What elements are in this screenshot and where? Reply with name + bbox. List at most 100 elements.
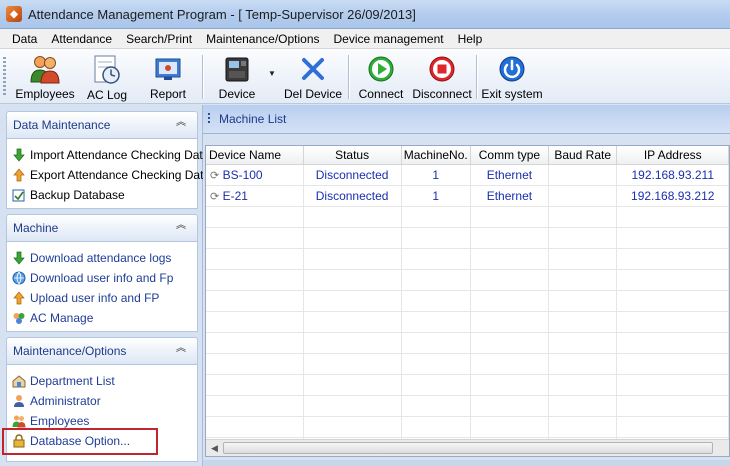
employees-label: Employees bbox=[15, 87, 75, 101]
upload-user-info-label: Upload user info and FP bbox=[30, 291, 160, 305]
col-baud-rate[interactable]: Baud Rate bbox=[548, 146, 618, 165]
table-header-row: Device Name Status MachineNo. Comm type … bbox=[206, 146, 729, 165]
exit-system-label: Exit system bbox=[481, 87, 543, 101]
comm-type-cell: Ethernet bbox=[470, 164, 549, 186]
maintenance-options-header[interactable]: Maintenance/Options ︽ bbox=[6, 337, 198, 365]
stop-icon bbox=[426, 53, 458, 84]
collapse-chevron-icon[interactable]: ︽ bbox=[175, 221, 187, 234]
app-icon: ◆ bbox=[6, 6, 22, 22]
title-bar: ◆ Attendance Management Program - [ Temp… bbox=[0, 0, 730, 29]
download-user-info-item[interactable]: Download user info and Fp bbox=[12, 269, 173, 287]
power-icon bbox=[496, 53, 528, 84]
exit-system-button[interactable]: Exit system bbox=[481, 53, 543, 101]
empty-row bbox=[206, 332, 729, 354]
device-name: BS-100 bbox=[222, 167, 263, 182]
table-row[interactable]: ⟳ BS-100 Disconnected 1 Ethernet 192.168… bbox=[206, 164, 729, 186]
empty-row bbox=[206, 395, 729, 417]
employees-button[interactable]: Employees bbox=[14, 53, 76, 101]
machine-no-cell: 1 bbox=[401, 164, 471, 186]
menu-data[interactable]: Data bbox=[5, 29, 44, 49]
toolbar-grip[interactable] bbox=[3, 57, 6, 97]
globe-download-icon bbox=[12, 271, 26, 285]
maintenance-options-title: Maintenance/Options bbox=[13, 344, 127, 358]
col-status[interactable]: Status bbox=[303, 146, 402, 165]
ac-log-label: AC Log bbox=[86, 88, 128, 102]
col-machine-no[interactable]: MachineNo. bbox=[401, 146, 471, 165]
arrow-up-orange-icon bbox=[12, 291, 26, 305]
col-comm-type[interactable]: Comm type bbox=[470, 146, 549, 165]
administrator-item[interactable]: Administrator bbox=[12, 392, 101, 410]
backup-database-label: Backup Database bbox=[30, 188, 125, 202]
empty-row bbox=[206, 290, 729, 312]
export-attendance-item[interactable]: Export Attendance Checking Data bbox=[12, 166, 210, 184]
menu-maintenance-options[interactable]: Maintenance/Options bbox=[199, 29, 326, 49]
menu-attendance[interactable]: Attendance bbox=[44, 29, 119, 49]
del-device-button[interactable]: Del Device bbox=[284, 53, 342, 101]
collapse-chevron-icon[interactable]: ︽ bbox=[175, 118, 187, 131]
status-cell: Disconnected bbox=[303, 164, 402, 186]
collapse-chevron-icon[interactable]: ︽ bbox=[175, 344, 187, 357]
menu-bar: Data Attendance Search/Print Maintenance… bbox=[0, 29, 730, 49]
play-icon bbox=[365, 53, 397, 84]
bottom-strip bbox=[203, 460, 730, 466]
device-name: E-21 bbox=[222, 188, 248, 203]
export-attendance-label: Export Attendance Checking Data bbox=[30, 168, 211, 182]
empty-row bbox=[206, 206, 729, 228]
device-button[interactable]: Device bbox=[212, 53, 262, 101]
machine-list-header: Machine List bbox=[203, 105, 730, 134]
col-ip-address[interactable]: IP Address bbox=[616, 146, 729, 165]
machine-grid: Device Name Status MachineNo. Comm type … bbox=[205, 145, 730, 457]
header-grip-icon bbox=[208, 113, 210, 125]
department-icon bbox=[12, 374, 26, 388]
machine-header[interactable]: Machine ︽ bbox=[6, 214, 198, 242]
employees-small-icon bbox=[12, 414, 26, 428]
baud-rate-cell bbox=[548, 185, 618, 207]
ac-manage-item[interactable]: AC Manage bbox=[12, 309, 93, 327]
report-button[interactable]: Report bbox=[145, 53, 191, 101]
data-maintenance-header[interactable]: Data Maintenance ︽ bbox=[6, 111, 198, 139]
machine-list-title: Machine List bbox=[219, 112, 287, 126]
menu-search-print[interactable]: Search/Print bbox=[119, 29, 199, 49]
download-attendance-logs-item[interactable]: Download attendance logs bbox=[12, 249, 171, 267]
connect-button[interactable]: Connect bbox=[356, 53, 406, 101]
machine-no-cell: 1 bbox=[401, 185, 471, 207]
delete-x-icon bbox=[297, 53, 329, 84]
empty-row bbox=[206, 227, 729, 249]
upload-user-info-item[interactable]: Upload user info and FP bbox=[12, 289, 159, 307]
col-device-name[interactable]: Device Name bbox=[206, 146, 304, 165]
import-attendance-label: Import Attendance Checking Data bbox=[30, 148, 210, 162]
machine-table: Device Name Status MachineNo. Comm type … bbox=[206, 146, 729, 456]
ac-log-button[interactable]: AC Log bbox=[84, 53, 130, 102]
scroll-left-icon[interactable]: ◀ bbox=[208, 442, 221, 454]
arrow-up-orange-icon bbox=[12, 168, 26, 182]
arrow-down-green-icon bbox=[12, 148, 26, 162]
administrator-label: Administrator bbox=[30, 394, 101, 408]
backup-database-item[interactable]: Backup Database bbox=[12, 186, 125, 204]
scrollbar-thumb[interactable] bbox=[223, 442, 713, 454]
device-dropdown-arrow-icon[interactable]: ▼ bbox=[268, 69, 276, 78]
del-device-label: Del Device bbox=[283, 87, 343, 101]
device-icon bbox=[221, 53, 253, 84]
machine-list-panel: Machine List Device Name Status MachineN… bbox=[203, 105, 730, 466]
stopwatch-icon bbox=[91, 53, 123, 85]
department-list-label: Department List bbox=[30, 374, 115, 388]
import-attendance-item[interactable]: Import Attendance Checking Data bbox=[12, 146, 209, 164]
department-list-item[interactable]: Department List bbox=[12, 372, 115, 390]
empty-row bbox=[206, 374, 729, 396]
refresh-device-icon: ⟳ bbox=[210, 190, 220, 203]
download-user-info-label: Download user info and Fp bbox=[30, 271, 174, 285]
download-attendance-logs-label: Download attendance logs bbox=[30, 251, 172, 265]
empty-row bbox=[206, 248, 729, 270]
toolbar-separator bbox=[348, 55, 350, 99]
refresh-device-icon: ⟳ bbox=[210, 169, 220, 182]
administrator-icon bbox=[12, 394, 26, 408]
disconnect-label: Disconnect bbox=[412, 87, 472, 101]
table-row[interactable]: ⟳ E-21 Disconnected 1 Ethernet 192.168.9… bbox=[206, 185, 729, 207]
menu-device-management[interactable]: Device management bbox=[327, 29, 451, 49]
menu-help[interactable]: Help bbox=[451, 29, 490, 49]
employees-item-label: Employees bbox=[30, 414, 90, 428]
horizontal-scrollbar[interactable]: ◀ bbox=[206, 439, 729, 456]
disconnect-button[interactable]: Disconnect bbox=[412, 53, 472, 101]
employees-icon bbox=[29, 53, 61, 84]
comm-type-cell: Ethernet bbox=[470, 185, 549, 207]
